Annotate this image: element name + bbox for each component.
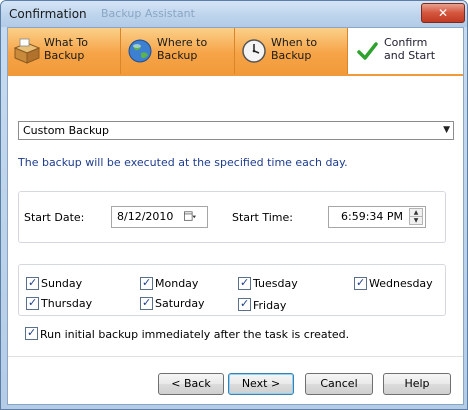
start-time-label: Start Time:	[232, 211, 293, 224]
backup-type-dropdown[interactable]: Custom Backup ▼	[18, 121, 454, 140]
monday-checkbox[interactable]: ✓	[140, 276, 153, 290]
button-bar-divider	[8, 356, 463, 357]
run-initial-backup-checkbox[interactable]: ✓	[25, 326, 38, 340]
tab-what-to-backup[interactable]: What To Backup	[8, 28, 121, 74]
tuesday-checkbox[interactable]: ✓	[238, 276, 251, 290]
tab-label: Where to Backup	[157, 36, 208, 62]
close-button[interactable]: ✕	[421, 3, 465, 23]
wednesday-label: Wednesday	[369, 277, 433, 290]
sunday-label: Sunday	[41, 277, 83, 290]
start-date-value: 8/12/2010	[117, 210, 174, 223]
start-date-label: Start Date:	[24, 211, 85, 224]
saturday-checkbox[interactable]: ✓	[140, 296, 153, 310]
wizard-steps: What To Backup Where to Backup When to B…	[8, 28, 463, 74]
friday-checkbox[interactable]: ✓	[238, 297, 251, 311]
clock-icon	[242, 39, 266, 63]
tab-label: When to Backup	[271, 36, 318, 62]
check-mark-icon: ✓	[27, 326, 37, 339]
start-time-value: 6:59:34 PM	[341, 210, 404, 223]
check-mark-icon: ✓	[240, 276, 250, 289]
globe-icon	[128, 39, 152, 63]
box-icon	[13, 38, 41, 64]
back-button[interactable]: < Back	[158, 373, 224, 395]
confirmation-window: Confirmation Backup Assistant ✕ What To …	[0, 0, 468, 410]
check-mark-icon: ✓	[142, 276, 152, 289]
background-window-title: Backup Assistant	[101, 7, 195, 20]
tuesday-label: Tuesday	[253, 277, 298, 290]
saturday-label: Saturday	[155, 297, 205, 310]
checkmark-icon	[357, 42, 378, 60]
tab-confirm-and-start[interactable]: Confirm and Start	[348, 28, 463, 74]
next-button[interactable]: Next >	[228, 373, 294, 395]
check-mark-icon: ✓	[28, 276, 38, 289]
window-title: Confirmation	[9, 7, 87, 21]
check-mark-icon: ✓	[142, 296, 152, 309]
run-initial-backup-label: Run initial backup immediately after the…	[40, 328, 350, 341]
start-time-input[interactable]: 6:59:34 PM ▲ ▼	[328, 206, 426, 228]
spin-down-icon[interactable]: ▼	[409, 216, 423, 225]
dropdown-arrow-icon: ▼	[443, 125, 450, 135]
calendar-dropdown-icon[interactable]	[184, 211, 196, 222]
backup-type-value: Custom Backup	[23, 124, 109, 137]
tab-when-to-backup[interactable]: When to Backup	[235, 28, 348, 74]
friday-label: Friday	[253, 299, 287, 312]
wizard-client-area: What To Backup Where to Backup When to B…	[7, 27, 464, 405]
tab-where-to-backup[interactable]: Where to Backup	[121, 28, 235, 74]
title-bar[interactable]: Confirmation Backup Assistant ✕	[1, 1, 467, 27]
tab-label: Confirm and Start	[384, 36, 436, 62]
sunday-checkbox[interactable]: ✓	[26, 276, 39, 290]
thursday-label: Thursday	[41, 297, 93, 310]
check-mark-icon: ✓	[28, 296, 38, 309]
monday-label: Monday	[155, 277, 199, 290]
check-mark-icon: ✓	[356, 276, 366, 289]
help-button[interactable]: Help	[383, 373, 451, 395]
schedule-info-text: The backup will be executed at the speci…	[18, 156, 348, 169]
start-date-picker[interactable]: 8/12/2010	[111, 206, 208, 228]
time-spinner[interactable]: ▲ ▼	[409, 208, 423, 225]
cancel-button[interactable]: Cancel	[305, 373, 373, 395]
tab-label: What To Backup	[44, 36, 88, 62]
check-mark-icon: ✓	[240, 297, 250, 310]
thursday-checkbox[interactable]: ✓	[26, 296, 39, 310]
tabs-divider	[8, 74, 463, 76]
wednesday-checkbox[interactable]: ✓	[354, 276, 367, 290]
